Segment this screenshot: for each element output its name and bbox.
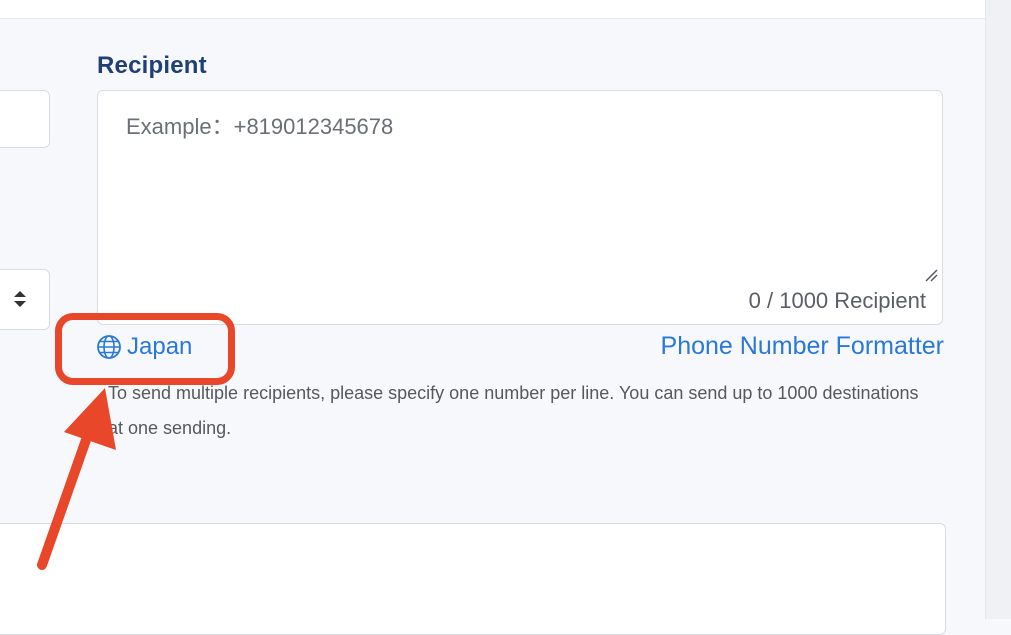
- sort-arrows-icon: [14, 291, 26, 307]
- country-label: Japan: [127, 333, 193, 360]
- recipient-counter: 0 / 1000 Recipient: [748, 288, 926, 313]
- recipient-label: Recipient: [97, 52, 207, 79]
- top-panel: [0, 0, 985, 19]
- recipient-placeholder: Example：+819012345678: [126, 114, 394, 139]
- country-selector-link[interactable]: Japan: [96, 332, 192, 362]
- globe-icon: [97, 335, 121, 359]
- recipient-help-text: To send multiple recipients, please spec…: [108, 383, 919, 438]
- message-body-field[interactable]: [0, 523, 946, 635]
- recipient-textarea[interactable]: Example：+819012345678 0 / 1000 Recipient: [97, 90, 943, 325]
- resize-handle-icon[interactable]: [924, 268, 938, 282]
- left-text-input[interactable]: [0, 90, 50, 148]
- phone-number-formatter-link[interactable]: Phone Number Formatter: [661, 332, 944, 361]
- right-edge-panel: [985, 0, 1011, 619]
